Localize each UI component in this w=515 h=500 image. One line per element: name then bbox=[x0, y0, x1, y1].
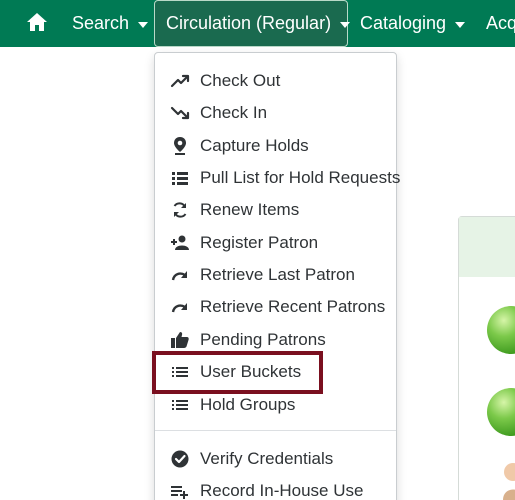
trend-up-icon bbox=[169, 70, 191, 92]
menu-item-check-out[interactable]: Check Out bbox=[155, 65, 396, 97]
nav-search-menu[interactable]: Search bbox=[72, 0, 149, 47]
menu-item-pull-list[interactable]: Pull List for Hold Requests bbox=[155, 162, 400, 194]
redo-arrow-icon bbox=[169, 264, 191, 286]
menu-item-label: Hold Groups bbox=[200, 395, 296, 414]
menu-item-label: Check In bbox=[200, 103, 268, 122]
nav-acquisitions-label: Acq bbox=[486, 13, 515, 33]
thumbs-up-icon bbox=[169, 329, 191, 351]
menu-item-label: Capture Holds bbox=[200, 136, 309, 155]
person-avatar-icon bbox=[499, 460, 515, 500]
menu-item-register-patron[interactable]: Register Patron bbox=[155, 227, 396, 259]
menu-item-retrieve-recent-patrons[interactable]: Retrieve Recent Patrons bbox=[155, 291, 396, 323]
menu-item-label: Retrieve Last Patron bbox=[200, 265, 355, 284]
highlight-box bbox=[152, 351, 323, 394]
nav-circulation-label: Circulation (Regular) bbox=[166, 13, 332, 33]
nav-acquisitions-menu[interactable]: Acq bbox=[486, 0, 515, 47]
menu-item-verify-credentials[interactable]: Verify Credentials bbox=[155, 443, 396, 475]
menu-item-label: Record In-House Use bbox=[200, 481, 364, 500]
menu-item-label: Retrieve Recent Patrons bbox=[200, 297, 386, 316]
nav-circulation-menu[interactable]: Circulation (Regular) bbox=[154, 0, 351, 47]
menu-item-renew-items[interactable]: Renew Items bbox=[155, 194, 396, 226]
list-icon bbox=[169, 167, 191, 189]
menu-item-label: Pull List for Hold Requests bbox=[200, 168, 401, 187]
redo-arrow-icon bbox=[169, 296, 191, 318]
menu-item-label: Renew Items bbox=[200, 200, 300, 219]
panel-header bbox=[459, 217, 515, 277]
chevron-down-icon bbox=[138, 21, 149, 28]
menu-divider bbox=[155, 430, 396, 431]
trend-down-icon bbox=[169, 102, 191, 124]
menu-item-label: Check Out bbox=[200, 71, 281, 90]
map-pin-icon bbox=[169, 135, 191, 157]
menu-item-capture-holds[interactable]: Capture Holds bbox=[155, 130, 396, 162]
chevron-down-icon bbox=[340, 21, 351, 28]
menu-item-record-in-house-use[interactable]: Record In-House Use bbox=[155, 475, 396, 500]
check-circle-icon bbox=[169, 448, 191, 470]
circulation-dropdown-menu: Check Out Check In Capture Holds Pull Li… bbox=[154, 52, 400, 500]
refresh-icon bbox=[169, 199, 191, 221]
person-add-icon bbox=[169, 232, 191, 254]
menu-item-label: Verify Credentials bbox=[200, 449, 334, 468]
home-icon[interactable] bbox=[25, 10, 49, 34]
list-icon bbox=[169, 394, 191, 416]
nav-search-label: Search bbox=[72, 13, 130, 33]
menu-item-label: Register Patron bbox=[200, 233, 319, 252]
nav-cataloging-menu[interactable]: Cataloging bbox=[360, 0, 466, 47]
nav-cataloging-label: Cataloging bbox=[360, 13, 447, 33]
menu-item-retrieve-last-patron[interactable]: Retrieve Last Patron bbox=[155, 259, 396, 291]
top-navbar: Search Circulation (Regular) Cataloging … bbox=[0, 0, 515, 47]
playlist-add-icon bbox=[169, 480, 191, 500]
menu-item-check-in[interactable]: Check In bbox=[155, 97, 396, 129]
chevron-down-icon bbox=[455, 21, 466, 28]
menu-item-label: Pending Patrons bbox=[200, 330, 326, 349]
